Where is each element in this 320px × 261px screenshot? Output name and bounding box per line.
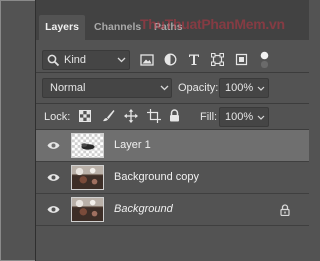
fill-input[interactable]: 100% [219,107,269,127]
fill-value: 100% [225,111,254,123]
opacity-label: Opacity: [178,82,219,94]
layers-panel: Layers Channels Paths ThuThuatPhanMem.vn… [35,0,309,261]
lock-label: Lock: [44,111,71,123]
tab-channels[interactable]: Channels [94,15,141,40]
filter-toggle-icon[interactable] [260,51,269,69]
opacity-input[interactable]: 100% [219,78,269,98]
blend-row: Normal Opacity: 100% [36,73,309,103]
smart-object-filter-icon[interactable] [235,53,248,66]
layer-name: Background [114,203,173,215]
blend-mode-select[interactable]: Normal [42,78,172,98]
layer-row-layer-1[interactable]: Layer 1 [36,130,309,162]
opacity-chevron-icon [257,86,265,91]
layer-thumbnail-transparent [71,133,104,158]
tab-paths[interactable]: Paths [154,15,183,40]
filter-kind-value: Kind [64,54,87,66]
layer-name: Background copy [114,171,199,183]
lock-row: Lock: Fill: 100% [36,104,309,129]
filter-kind-select[interactable]: Kind [42,50,130,70]
lock-image-pixels-icon[interactable] [102,109,115,122]
blend-mode-value: Normal [50,82,86,94]
lock-transparent-pixels-icon[interactable] [79,110,91,122]
chevron-down-icon [160,85,169,91]
tab-layers[interactable]: Layers [39,15,85,40]
fill-label: Fill: [200,111,218,123]
panel-tab-bar: Layers Channels Paths ThuThuatPhanMem.vn [36,0,309,40]
shape-filter-icon[interactable] [211,53,224,66]
lock-artboard-icon[interactable] [147,109,161,123]
layer-row-background-copy[interactable]: Background copy [36,162,309,194]
opacity-value: 100% [225,82,254,94]
layer-lock-icon[interactable] [280,204,290,216]
visibility-eye-icon[interactable] [47,141,60,150]
chevron-down-icon [117,57,126,63]
lock-all-icon[interactable] [169,109,180,122]
layer-thumbnail-photo [71,165,104,190]
search-icon [47,54,60,67]
visibility-eye-icon[interactable] [47,205,60,214]
type-filter-icon[interactable] [188,53,200,66]
visibility-eye-icon[interactable] [47,173,60,182]
filter-row: Kind [36,40,309,72]
layer-row-background[interactable]: Background [36,194,309,226]
adjustment-filter-icon[interactable] [164,53,177,66]
image-filter-icon[interactable] [140,54,154,66]
fill-chevron-icon [257,115,265,120]
layer-name: Layer 1 [114,139,151,151]
lock-position-icon[interactable] [124,109,138,123]
layer-thumbnail-photo [71,197,104,222]
